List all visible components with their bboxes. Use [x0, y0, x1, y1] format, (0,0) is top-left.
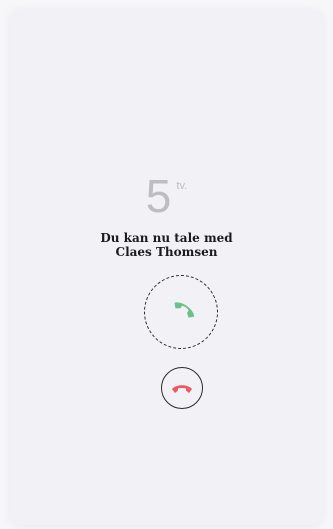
countdown-unit: tv.: [176, 180, 188, 192]
countdown-value: 5: [145, 170, 173, 222]
contact-name: Claes Thomsen: [115, 245, 218, 259]
hangup-button[interactable]: [161, 367, 203, 409]
call-message-line1: Du kan nu tale med: [100, 231, 233, 245]
call-message: Du kan nu tale med Claes Thomsen: [10, 231, 323, 259]
answer-call-button[interactable]: [144, 275, 218, 349]
countdown: 5 tv.: [10, 168, 323, 224]
call-card: 5 tv. Du kan nu tale med Claes Thomsen: [10, 10, 323, 525]
